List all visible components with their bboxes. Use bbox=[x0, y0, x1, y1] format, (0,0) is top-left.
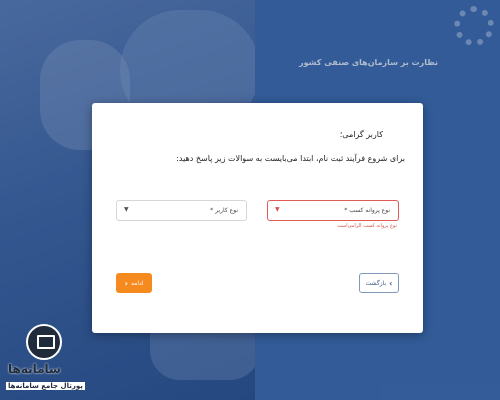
chevron-left-icon: ‹ bbox=[124, 278, 128, 288]
monitor-icon bbox=[26, 324, 62, 360]
registration-dialog: کاربر گرامی؛ برای شروع فرآیند ثبت نام، ا… bbox=[92, 103, 423, 333]
watermark-logo: سامانه‌ها پورتال جامع سامانه‌ها bbox=[6, 322, 96, 396]
license-type-label: نوع پروانه کسب * bbox=[344, 207, 390, 214]
back-button-label: بازگشت bbox=[365, 279, 387, 287]
greeting-text: کاربر گرامی؛ bbox=[339, 130, 383, 139]
dropdown-arrow-icon: ▼ bbox=[275, 206, 280, 213]
continue-button[interactable]: ادامه ‹ bbox=[116, 273, 152, 293]
instruction-text: برای شروع فرآیند ثبت نام، ابتدا می‌بایست… bbox=[176, 154, 405, 163]
continue-button-label: ادامه bbox=[130, 279, 144, 287]
watermark-tagline: پورتال جامع سامانه‌ها bbox=[6, 382, 85, 390]
back-button[interactable]: › بازگشت bbox=[359, 273, 399, 293]
user-type-select[interactable]: نوع کاربر * ▼ bbox=[116, 200, 247, 221]
chevron-right-icon: › bbox=[389, 278, 393, 288]
license-type-error: نوع پروانه کسب الزامی‌است bbox=[337, 223, 397, 229]
license-type-select[interactable]: نوع پروانه کسب * ▼ bbox=[267, 200, 399, 221]
dropdown-arrow-icon: ▼ bbox=[124, 206, 129, 213]
watermark-name: سامانه‌ها bbox=[8, 362, 61, 376]
user-type-label: نوع کاربر * bbox=[210, 207, 238, 214]
